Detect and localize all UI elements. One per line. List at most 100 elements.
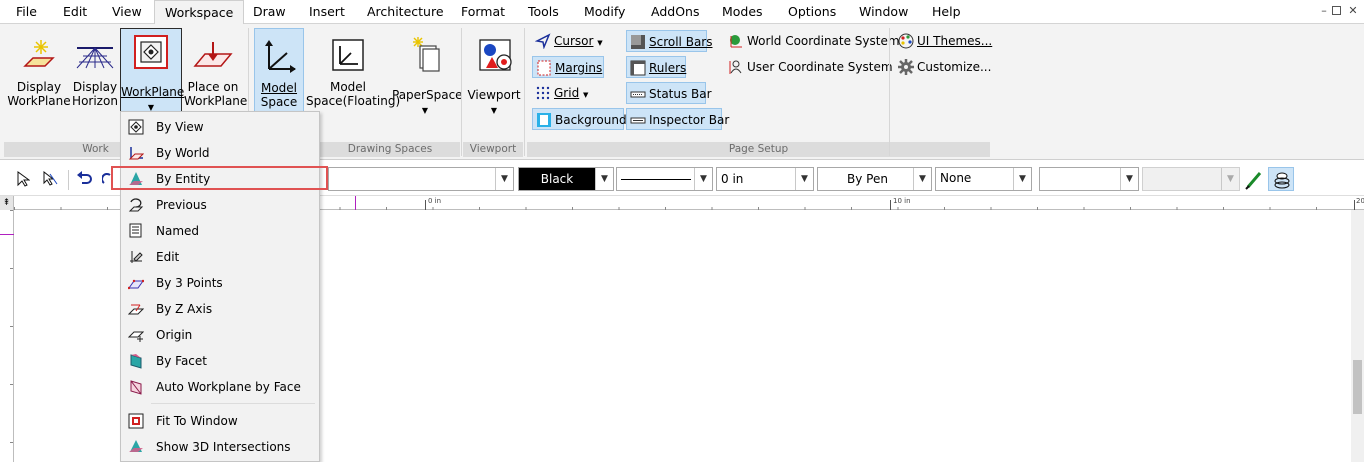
group-separator [524, 28, 525, 156]
close-icon[interactable]: ✕ [1347, 5, 1359, 17]
menu-modes[interactable]: Modes [722, 4, 763, 19]
node-select-icon[interactable] [42, 171, 60, 187]
viewport-icon [479, 39, 512, 71]
by-world-icon [128, 147, 144, 160]
grid-button[interactable]: Grid ▼ [532, 82, 588, 104]
pattern-select[interactable]: ▼ [1039, 167, 1139, 191]
menu-item-by-3-points[interactable]: By 3 Points [121, 270, 319, 296]
menu-insert[interactable]: Insert [309, 4, 345, 19]
ruler-label-twenty: 20 [1356, 197, 1364, 205]
menu-addons[interactable]: AddOns [651, 4, 699, 19]
paperspace-dropdown-icon: ▼ [421, 106, 429, 115]
inspector-bar-button[interactable]: Inspector Bar [626, 108, 729, 130]
background-button[interactable]: Background [532, 108, 627, 130]
line-style-select[interactable]: ▼ [616, 167, 713, 191]
group-separator [889, 28, 890, 156]
layer-select[interactable]: ▼ [328, 167, 514, 191]
ruler-minor-ticks [10, 210, 13, 462]
restore-icon[interactable] [1332, 6, 1341, 15]
facet-icon [130, 354, 142, 369]
model-space-floating-icon [332, 39, 364, 71]
menu-item-auto-workplane-by-face[interactable]: Auto Workplane by Face [121, 374, 319, 400]
chevron-down-icon: ▼ [495, 168, 513, 190]
menu-tools[interactable]: Tools [528, 4, 559, 19]
menu-modify[interactable]: Modify [584, 4, 625, 19]
color-select[interactable]: Black ▼ [518, 167, 614, 191]
three-points-icon [128, 279, 144, 290]
minimize-icon[interactable]: – [1318, 5, 1330, 17]
auto-workplane-icon [130, 380, 142, 395]
menu-item-fit-to-window[interactable]: Fit To Window [121, 408, 319, 434]
scroll-bars-icon [631, 35, 645, 49]
display-workplane-label-1: Display [16, 80, 62, 94]
menu-help[interactable]: Help [932, 4, 961, 19]
menu-window[interactable]: Window [859, 4, 908, 19]
chevron-down-icon: ▼ [795, 168, 813, 190]
menu-file[interactable]: File [16, 4, 37, 19]
grid-icon [536, 86, 550, 100]
scrollbar-thumb[interactable] [1353, 360, 1362, 414]
menu-item-named[interactable]: Named [121, 218, 319, 244]
line-width-select[interactable]: 0 in ▼ [716, 167, 814, 191]
menu-architecture[interactable]: Architecture [367, 4, 444, 19]
layers-icon [1274, 172, 1290, 189]
rulers-button[interactable]: Rulers [626, 56, 686, 78]
menu-item-show-3d-intersections[interactable]: Show 3D Intersections [121, 434, 319, 460]
viewport-label: Viewport [467, 88, 521, 102]
ui-themes-button[interactable]: UI Themes... [895, 30, 992, 52]
margins-icon [537, 60, 551, 76]
workplane-dropdown-menu: By View By World By Entity Previous Name… [120, 111, 320, 462]
model-space-floating-label-2: Space(Floating) [306, 94, 401, 108]
ui-themes-icon [898, 33, 914, 49]
group-separator [461, 28, 462, 156]
select-arrow-icon[interactable] [16, 171, 30, 187]
vertical-scrollbar[interactable] [1351, 210, 1364, 462]
model-space-icon [265, 40, 296, 73]
model-space-floating-label-1: Model [329, 80, 367, 94]
fill-select[interactable]: None ▼ [935, 167, 1032, 191]
menu-format[interactable]: Format [461, 4, 505, 19]
menu-item-previous[interactable]: Previous [121, 192, 319, 218]
customize-button[interactable]: Customize... [895, 56, 991, 78]
named-icon [129, 223, 142, 238]
intersections-icon [129, 440, 143, 452]
menu-item-origin[interactable]: Origin [121, 322, 319, 348]
scroll-bars-button[interactable]: Scroll Bars [626, 30, 712, 52]
menu-view[interactable]: View [112, 4, 142, 19]
pen-tool-icon[interactable] [1244, 170, 1264, 190]
menu-draw[interactable]: Draw [253, 4, 286, 19]
world-coordinate-system-button[interactable]: World Coordinate System [725, 30, 900, 52]
display-workplane-label-2: WorkPlane [7, 94, 71, 108]
menu-options[interactable]: Options [788, 4, 836, 19]
menu-item-by-facet[interactable]: By Facet [121, 348, 319, 374]
display-horizon-button[interactable]: Display Horizon [72, 28, 118, 134]
status-bar-button[interactable]: Status Bar [626, 82, 712, 104]
menu-item-by-world[interactable]: By World [121, 140, 319, 166]
user-coordinate-system-button[interactable]: User Coordinate System [725, 56, 893, 78]
page-setup-group-label: Page Setup [527, 142, 990, 157]
workplane-button[interactable]: WorkPlane ▼ [120, 28, 184, 112]
menu-item-by-z-axis[interactable]: By Z Axis [121, 296, 319, 322]
origin-icon [128, 331, 144, 342]
pen-select[interactable]: By Pen ▼ [817, 167, 932, 191]
layers-toggle-button[interactable] [1268, 167, 1294, 191]
menu-edit[interactable]: Edit [63, 4, 87, 19]
model-space-label-2: Space [260, 95, 298, 109]
cursor-button[interactable]: Cursor ▼ [532, 30, 603, 52]
chevron-down-icon: ▼ [913, 168, 931, 190]
place-on-workplane-icon [193, 42, 233, 67]
viewport-button[interactable]: Viewport ▼ [466, 28, 522, 134]
menu-workspace[interactable]: Workspace [154, 0, 245, 25]
display-horizon-label-1: Display [72, 80, 118, 94]
display-workplane-icon [23, 40, 55, 67]
ruler-corner-icon[interactable]: ⇞ [0, 196, 14, 210]
undo-icon[interactable] [76, 171, 94, 187]
world-coordinate-icon [730, 35, 742, 48]
line-style-preview [621, 179, 691, 180]
menu-item-by-view[interactable]: By View [121, 114, 319, 140]
menu-item-edit[interactable]: Edit [121, 244, 319, 270]
display-workplane-button[interactable]: Display WorkPlane [6, 28, 72, 134]
paperspace-button[interactable]: PaperSpace ▼ [392, 28, 463, 134]
margins-button[interactable]: Margins [532, 56, 604, 78]
z-axis-icon [128, 304, 144, 315]
